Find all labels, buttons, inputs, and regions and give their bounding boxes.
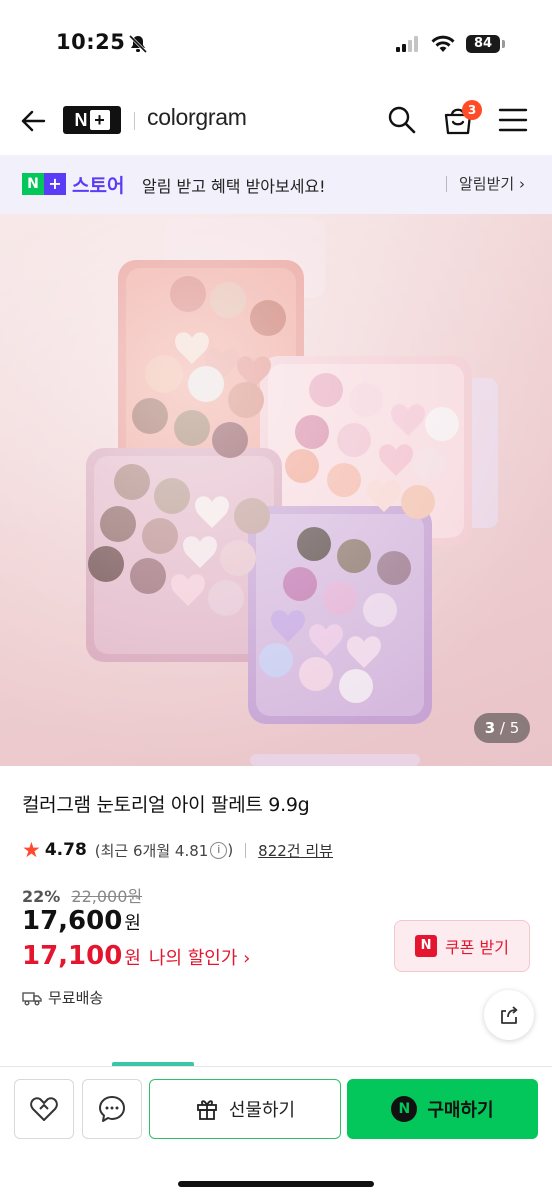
talk-button[interactable] [82, 1079, 142, 1139]
image-current-index: 3 [484, 719, 496, 737]
share-icon [501, 1006, 518, 1024]
my-discount-price[interactable]: 17,100 원 나의 할인가 › [22, 941, 250, 971]
rating-score: 4.78 [44, 840, 87, 860]
logo-letter: N [74, 109, 88, 130]
coupon-button[interactable]: N 쿠폰 받기 [394, 920, 530, 972]
product-photo [0, 214, 552, 766]
brand-name[interactable]: colorgram [147, 104, 247, 131]
discount-row: 22% 22,000원 [22, 883, 142, 907]
coupon-label: 쿠폰 받기 [445, 938, 509, 957]
review-count-link[interactable]: 822건 리뷰 [258, 840, 333, 861]
plus-logo-icon: + [44, 173, 66, 195]
recent-rating-close: ) [227, 841, 234, 859]
battery-indicator: 84 [466, 35, 500, 53]
my-price-value: 17,100 [22, 941, 123, 971]
bell-muted-icon [128, 34, 148, 54]
buy-button[interactable]: N 구매하기 [347, 1079, 538, 1139]
naver-pay-icon: N [391, 1096, 418, 1122]
rating-divider [245, 842, 247, 858]
back-arrow-icon[interactable] [18, 106, 48, 136]
banner-message: 알림 받고 혜택 받아보세요! [142, 177, 326, 196]
sale-price-currency: 원 [124, 913, 141, 934]
image-total-count: 5 [509, 719, 520, 737]
naver-plus-logo[interactable]: N + [63, 106, 121, 134]
original-price: 22,000원 [71, 887, 143, 906]
sale-price: 17,600 원 [22, 906, 141, 936]
shipping-label: 무료배송 [48, 989, 104, 1007]
delivery-truck-icon [22, 991, 42, 1005]
header-divider [134, 112, 135, 130]
status-bar: 10:25 84 [0, 0, 552, 90]
gift-icon [196, 1100, 217, 1120]
sale-price-value: 17,600 [22, 906, 123, 936]
plus-icon: + [89, 110, 110, 130]
bottom-action-bar: 선물하기 N 구매하기 [0, 1066, 552, 1200]
n-coupon-icon: N [415, 935, 438, 957]
product-title: 컬러그램 눈토리얼 아이 팔레트 9.9g [22, 794, 310, 816]
signal-icon [396, 36, 418, 52]
n-logo-icon: N [22, 173, 44, 195]
image-page-counter: 3 / 5 [474, 713, 530, 743]
recent-rating: (최근 6개월 4.81 [94, 841, 209, 860]
product-image-carousel[interactable]: 3 / 5 [0, 214, 552, 766]
like-button[interactable] [14, 1079, 74, 1139]
heart-icon [30, 1097, 58, 1121]
wifi-icon [431, 35, 455, 52]
store-notification-banner[interactable]: N + 스토어 알림 받고 혜택 받아보세요! 알림받기 › [0, 155, 552, 214]
search-icon[interactable] [386, 104, 418, 136]
my-price-currency: 원 [124, 948, 141, 969]
store-label: 스토어 [72, 175, 125, 197]
top-navigation: N + colorgram 3 [0, 90, 552, 152]
info-icon[interactable]: i [210, 841, 228, 859]
buy-label: 구매하기 [427, 1100, 494, 1121]
banner-divider [446, 176, 447, 192]
discount-percent: 22% [22, 887, 61, 906]
naver-plus-store-logo: N + [22, 173, 66, 195]
share-button[interactable] [484, 990, 534, 1040]
home-indicator [178, 1181, 374, 1187]
gift-label: 선물하기 [228, 1100, 296, 1121]
shipping-info: 무료배송 [22, 987, 103, 1008]
star-icon: ★ [22, 838, 41, 862]
gift-button[interactable]: 선물하기 [149, 1079, 341, 1139]
my-price-label: 나의 할인가 › [148, 948, 251, 969]
status-time: 10:25 [56, 30, 126, 54]
subscribe-alert-button[interactable]: 알림받기 › [459, 173, 525, 194]
hamburger-menu-icon[interactable] [498, 107, 528, 133]
cart-count-badge: 3 [462, 100, 482, 120]
chat-bubble-icon [99, 1096, 125, 1122]
rating-row: ★ 4.78 (최근 6개월 4.81 i) 822건 리뷰 [22, 838, 333, 862]
battery-tip [502, 40, 505, 48]
